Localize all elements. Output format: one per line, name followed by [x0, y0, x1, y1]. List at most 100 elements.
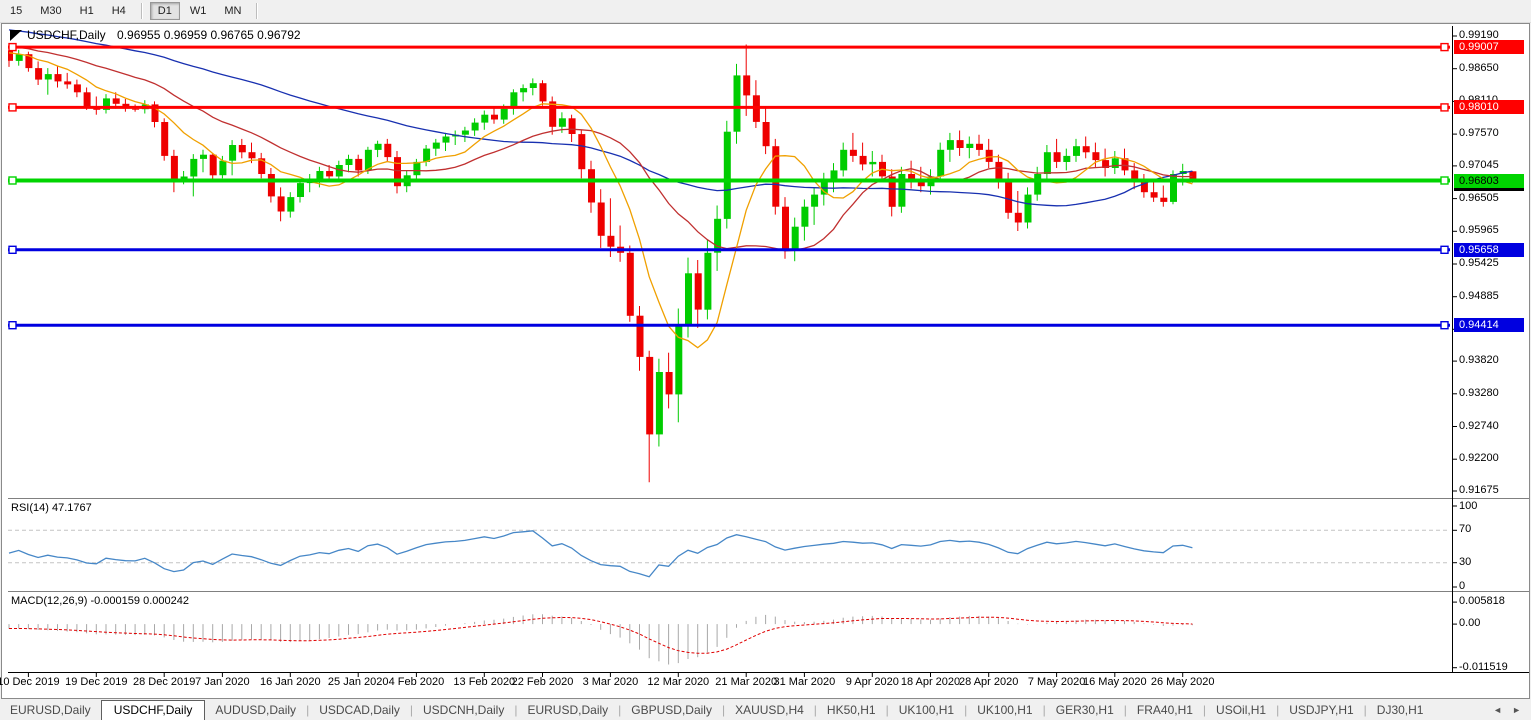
tab-usdjpy-h1[interactable]: USDJPY,H1: [1279, 700, 1363, 720]
candle: [316, 171, 323, 179]
candle: [840, 150, 847, 171]
candle: [986, 150, 993, 162]
period-button-mn[interactable]: MN: [216, 2, 249, 20]
price-axis-tick: 0.94885: [1459, 290, 1499, 302]
timeframe-toolbar: 15M30H1H4 D1W1MN: [0, 0, 1531, 23]
candle: [64, 81, 71, 84]
date-axis-label: 16 May 2020: [1083, 676, 1147, 688]
candle: [190, 159, 197, 177]
candle: [540, 83, 547, 101]
period-button-15[interactable]: 15: [2, 2, 30, 20]
candle: [656, 372, 663, 434]
line-end-marker[interactable]: [9, 246, 16, 253]
tab-usdchf-daily[interactable]: USDCHF,Daily: [101, 700, 206, 720]
period-button-m30[interactable]: M30: [32, 2, 69, 20]
line-end-marker[interactable]: [1441, 177, 1448, 184]
date-axis-label: 19 Dec 2019: [65, 676, 127, 688]
tabs-scroll-right-arrow[interactable]: ►: [1512, 705, 1521, 715]
candle: [695, 273, 702, 309]
candle: [627, 253, 634, 316]
candle: [976, 144, 983, 150]
level-price-label: 0.96803: [1454, 174, 1524, 188]
macd-axis-tick: -0.011519: [1459, 661, 1508, 673]
rsi-line: [9, 531, 1192, 577]
tab-ger30-h1[interactable]: GER30,H1: [1046, 700, 1124, 720]
line-end-marker[interactable]: [1441, 104, 1448, 111]
candle: [607, 236, 614, 247]
tab-gbpusd-daily[interactable]: GBPUSD,Daily: [621, 700, 722, 720]
tab-xauusd-h4[interactable]: XAUUSD,H4: [725, 700, 814, 720]
date-axis-label: 31 Mar 2020: [774, 676, 836, 688]
date-axis-label: 9 Apr 2020: [846, 676, 899, 688]
period-button-h4[interactable]: H4: [104, 2, 134, 20]
line-end-marker[interactable]: [9, 104, 16, 111]
candle: [481, 115, 488, 123]
toolbar-separator: [141, 3, 143, 19]
line-end-marker[interactable]: [1441, 246, 1448, 253]
tab-usoil-h1[interactable]: USOil,H1: [1206, 700, 1276, 720]
date-axis-label: 22 Feb 2020: [512, 676, 574, 688]
candles: [6, 45, 1196, 483]
ohlc-quote-line: 0.96955 0.96959 0.96765 0.96792: [117, 28, 301, 42]
rsi-axis-tick: 0: [1459, 580, 1465, 592]
date-axis-label: 7 Jan 2020: [195, 676, 249, 688]
level-price-label: 0.95658: [1454, 243, 1524, 257]
candle: [443, 137, 450, 143]
macd-axis-tick: 0.005818: [1459, 595, 1505, 607]
tab-audusd-daily[interactable]: AUDUSD,Daily: [205, 700, 306, 720]
tab-fra40-h1[interactable]: FRA40,H1: [1127, 700, 1203, 720]
candle: [869, 162, 876, 164]
tab-uk100-h1[interactable]: UK100,H1: [967, 700, 1042, 720]
candle: [743, 75, 750, 95]
tab-eurusd-daily[interactable]: EURUSD,Daily: [0, 700, 101, 720]
candle: [297, 183, 304, 197]
period-button-w1[interactable]: W1: [182, 2, 215, 20]
level-price-label: 0.94414: [1454, 318, 1524, 332]
candle: [588, 169, 595, 202]
date-axis-label: 3 Mar 2020: [583, 676, 639, 688]
candle: [45, 74, 52, 79]
candle: [1092, 152, 1099, 160]
date-axis-label: 21 Mar 2020: [715, 676, 777, 688]
macd-signal-line: [9, 617, 1192, 653]
candle: [346, 159, 353, 165]
candle: [530, 83, 537, 88]
line-end-marker[interactable]: [1441, 44, 1448, 51]
period-button-h1[interactable]: H1: [72, 2, 102, 20]
candle: [937, 150, 944, 177]
tab-uk100-h1[interactable]: UK100,H1: [889, 700, 964, 720]
tab-eurusd-daily[interactable]: EURUSD,Daily: [517, 700, 618, 720]
candle: [375, 144, 382, 150]
rsi-indicator-label: RSI(14) 47.1767: [11, 502, 92, 514]
date-axis-label: 26 May 2020: [1151, 676, 1215, 688]
price-axis-tick: 0.93280: [1459, 387, 1499, 399]
line-end-marker[interactable]: [9, 44, 16, 51]
candle: [666, 372, 673, 394]
tab-usdcnh-daily[interactable]: USDCNH,Daily: [413, 700, 514, 720]
line-end-marker[interactable]: [9, 177, 16, 184]
date-axis-label: 28 Dec 2019: [133, 676, 195, 688]
candle: [860, 156, 867, 165]
date-axis-label: 25 Jan 2020: [328, 676, 389, 688]
candle: [16, 54, 23, 61]
tab-hk50-h1[interactable]: HK50,H1: [817, 700, 886, 720]
date-axis-label: 10 Dec 2019: [0, 676, 60, 688]
tab-usdcad-daily[interactable]: USDCAD,Daily: [309, 700, 410, 720]
macd-histogram: [9, 614, 1192, 664]
chart-canvas[interactable]: [0, 0, 1531, 720]
line-end-marker[interactable]: [9, 322, 16, 329]
price-axis-tick: 0.97045: [1459, 159, 1499, 171]
macd-indicator-label: MACD(12,26,9) -0.000159 0.000242: [11, 595, 189, 607]
date-axis-label: 4 Feb 2020: [389, 676, 445, 688]
period-button-d1[interactable]: D1: [150, 2, 180, 20]
price-axis-tick: 0.91675: [1459, 484, 1499, 496]
candle: [559, 118, 566, 127]
candle: [724, 132, 731, 219]
tabs-scroll-left-arrow[interactable]: ◄: [1493, 705, 1502, 715]
line-end-marker[interactable]: [1441, 322, 1448, 329]
candle: [811, 195, 818, 207]
chart-title: USDCHF,Daily 0.96955 0.96959 0.96765 0.9…: [27, 28, 301, 42]
candle: [1025, 195, 1032, 223]
candle: [84, 92, 91, 106]
tab-dj30-h1[interactable]: DJ30,H1: [1367, 700, 1434, 720]
